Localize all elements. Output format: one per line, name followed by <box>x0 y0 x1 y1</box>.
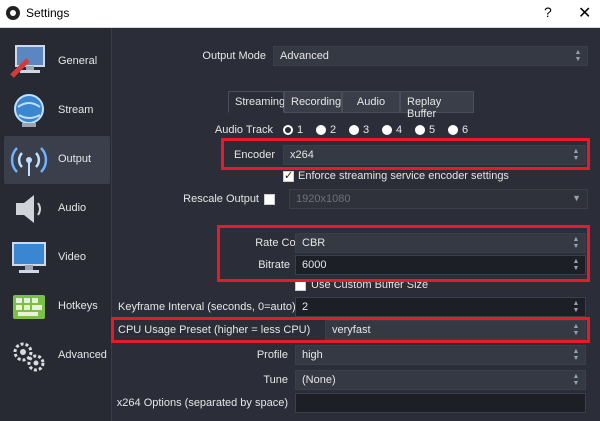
spin-arrows-icon: ▲ ▼ <box>572 300 580 314</box>
close-button[interactable]: ✕ <box>578 3 591 23</box>
keyframe-input[interactable]: 2 ▲ ▼ <box>295 297 586 317</box>
bitrate-label: Bitrate <box>258 259 290 271</box>
spin-arrows-icon: ▲ ▼ <box>572 323 580 337</box>
monitor-icon <box>12 242 46 273</box>
tab-audio[interactable]: Audio <box>342 91 400 113</box>
tab-recording[interactable]: Recording <box>284 91 342 113</box>
x264-options-input[interactable] <box>295 393 586 413</box>
sidebar-item-video[interactable]: Video <box>4 234 110 282</box>
tune-value: (None) <box>302 374 336 386</box>
rate-control-select[interactable]: CBR ▲ ▼ <box>295 233 586 253</box>
x264-options-label: x264 Options (separated by space) <box>116 397 288 409</box>
audio-track-option: 3 <box>363 124 370 136</box>
output-mode-label: Output Mode <box>202 50 266 62</box>
rescale-checkbox[interactable] <box>264 194 275 205</box>
spin-arrows-icon: ▲ ▼ <box>572 373 580 387</box>
enforce-checkbox[interactable] <box>283 169 294 182</box>
tune-label: Tune <box>263 374 288 386</box>
audio-track-radio[interactable] <box>349 125 359 135</box>
audio-track-radio[interactable] <box>448 125 458 135</box>
audio-track-radio[interactable] <box>283 125 293 135</box>
rescale-label: Rescale Output <box>183 193 259 205</box>
sidebar-item-label: Video <box>58 251 86 263</box>
output-mode-value: Advanced <box>280 50 329 62</box>
profile-value: high <box>302 349 323 361</box>
tab-streaming[interactable]: Streaming <box>228 91 285 113</box>
profile-select[interactable]: high ▲ ▼ <box>295 345 586 365</box>
spin-arrows-icon: ▲ ▼ <box>574 49 582 63</box>
tab-replay-buffer[interactable]: Replay Buffer <box>400 91 474 120</box>
tune-select[interactable]: (None) ▲ ▼ <box>295 370 586 390</box>
audio-track-option: 2 <box>330 124 337 136</box>
sidebar-item-output[interactable]: Output <box>4 136 110 184</box>
broadcast-icon <box>10 147 48 176</box>
settings-sidebar: General Stream Output Audio Video Hotkey… <box>0 28 112 421</box>
output-mode-select[interactable]: Advanced ▲ ▼ <box>273 46 588 66</box>
profile-label: Profile <box>256 349 288 361</box>
encoder-value: x264 <box>290 149 314 161</box>
custom-buffer-checkbox[interactable] <box>295 280 306 291</box>
keyframe-value: 2 <box>302 301 309 313</box>
audio-track-option: 4 <box>396 124 403 136</box>
sidebar-item-label: Advanced <box>58 349 107 361</box>
sidebar-item-label: Audio <box>58 202 87 214</box>
keyboard-icon <box>13 295 45 319</box>
globe-icon <box>14 94 44 127</box>
custom-buffer-label: Use Custom Buffer Size <box>311 279 429 291</box>
spin-arrows-icon: ▲ ▼ <box>572 148 580 162</box>
rescale-select[interactable]: 1920x1080 ▼ <box>289 189 588 209</box>
sidebar-item-label: Stream <box>58 104 94 116</box>
speaker-icon <box>16 195 41 223</box>
audio-track-option: 6 <box>462 124 469 136</box>
audio-track-label: Audio Track <box>214 124 273 136</box>
rescale-value: 1920x1080 <box>296 193 351 205</box>
sidebar-item-advanced[interactable]: Advanced <box>4 332 110 380</box>
output-settings-panel: Output Mode Advanced ▲ ▼ Streaming Record… <box>113 28 600 421</box>
sidebar-item-label: Hotkeys <box>58 300 98 312</box>
spin-arrows-icon: ▲ ▼ <box>572 348 580 362</box>
sidebar-item-hotkeys[interactable]: Hotkeys <box>4 283 110 331</box>
spin-arrows-icon: ▲ ▼ <box>572 258 580 272</box>
chevron-down-icon: ▼ <box>572 193 581 203</box>
obs-logo-icon <box>6 6 20 20</box>
spin-arrows-icon: ▲ ▼ <box>572 236 580 250</box>
sidebar-item-general[interactable]: General <box>4 38 110 86</box>
sidebar-item-label: Output <box>58 153 92 165</box>
audio-track-radio[interactable] <box>415 125 425 135</box>
general-icon <box>10 45 45 78</box>
bitrate-input[interactable]: 6000 ▲ ▼ <box>295 255 586 275</box>
audio-track-option: 1 <box>297 124 304 136</box>
gears-icon <box>13 342 45 372</box>
rate-control-value: CBR <box>302 237 326 249</box>
cpu-preset-value: veryfast <box>332 324 371 336</box>
cpu-preset-label: CPU Usage Preset (higher = less CPU) <box>118 324 311 336</box>
audio-track-radio[interactable] <box>382 125 392 135</box>
keyframe-label: Keyframe Interval (seconds, 0=auto) <box>118 301 296 313</box>
sidebar-item-label: General <box>58 55 98 67</box>
encoder-select[interactable]: x264 ▲ ▼ <box>283 145 586 165</box>
audio-track-option: 5 <box>429 124 436 136</box>
cpu-preset-select[interactable]: veryfast ▲ ▼ <box>325 320 586 340</box>
sidebar-item-audio[interactable]: Audio <box>4 185 110 233</box>
window-title: Settings <box>26 6 70 20</box>
encoder-label: Encoder <box>234 149 275 161</box>
enforce-label: Enforce streaming service encoder settin… <box>298 170 509 182</box>
audio-track-radio[interactable] <box>316 125 326 135</box>
sidebar-item-stream[interactable]: Stream <box>4 87 110 135</box>
title-bar: Settings ? ✕ <box>0 0 600 28</box>
help-button[interactable]: ? <box>544 4 552 20</box>
bitrate-value: 6000 <box>302 259 327 271</box>
